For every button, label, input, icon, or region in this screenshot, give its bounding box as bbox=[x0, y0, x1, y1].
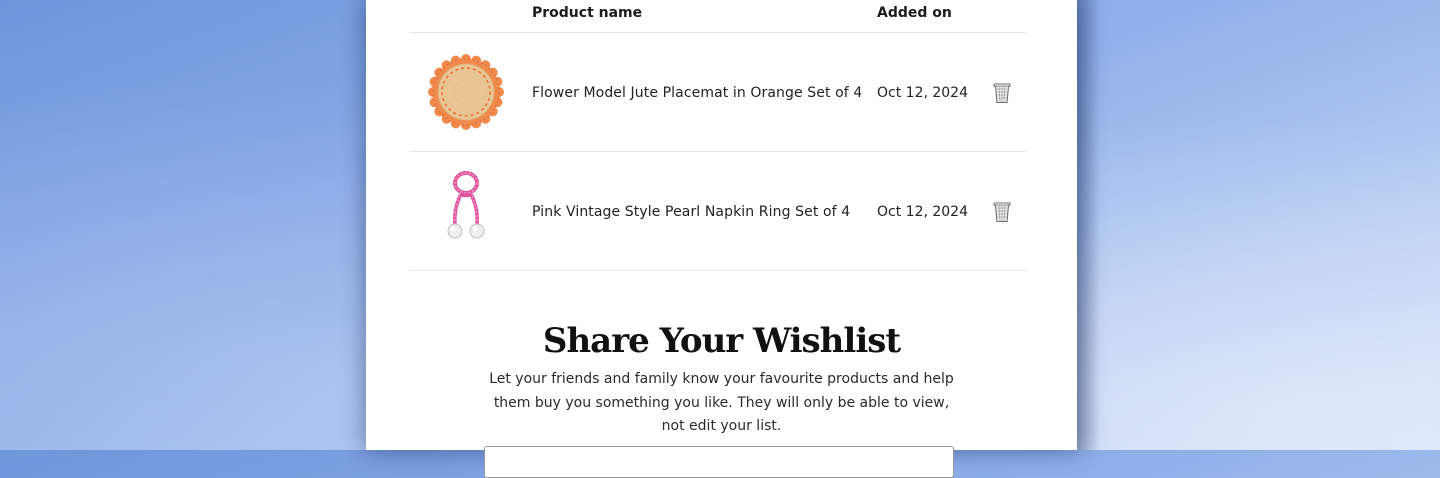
wishlist-panel: Product name Added on Flower Model Jute … bbox=[366, 0, 1077, 478]
column-header-product-name: Product name bbox=[532, 5, 643, 21]
column-header-added-on: Added on bbox=[877, 5, 952, 21]
share-wishlist-section: Share Your Wishlist Let your friends and… bbox=[366, 318, 1077, 439]
product-name[interactable]: Pink Vintage Style Pearl Napkin Ring Set… bbox=[532, 204, 850, 220]
product-name[interactable]: Flower Model Jute Placemat in Orange Set… bbox=[532, 85, 862, 101]
trash-icon[interactable] bbox=[992, 82, 1012, 104]
added-date: Oct 12, 2024 bbox=[877, 204, 968, 220]
share-link-field[interactable] bbox=[484, 446, 954, 478]
share-title: Share Your Wishlist bbox=[542, 321, 901, 361]
table-row: Pink Vintage Style Pearl Napkin Ring Set… bbox=[410, 152, 1026, 271]
table-header: Product name Added on bbox=[410, 0, 1026, 33]
share-description: Let your friends and family know your fa… bbox=[489, 371, 954, 434]
napkin-ring-product-image[interactable] bbox=[426, 171, 506, 251]
trash-icon[interactable] bbox=[992, 201, 1012, 223]
wishlist-table: Product name Added on Flower Model Jute … bbox=[410, 0, 1026, 271]
card-shadow bbox=[1077, 0, 1101, 450]
placemat-product-image[interactable] bbox=[426, 52, 506, 132]
added-date: Oct 12, 2024 bbox=[877, 85, 968, 101]
table-row: Flower Model Jute Placemat in Orange Set… bbox=[410, 33, 1026, 152]
